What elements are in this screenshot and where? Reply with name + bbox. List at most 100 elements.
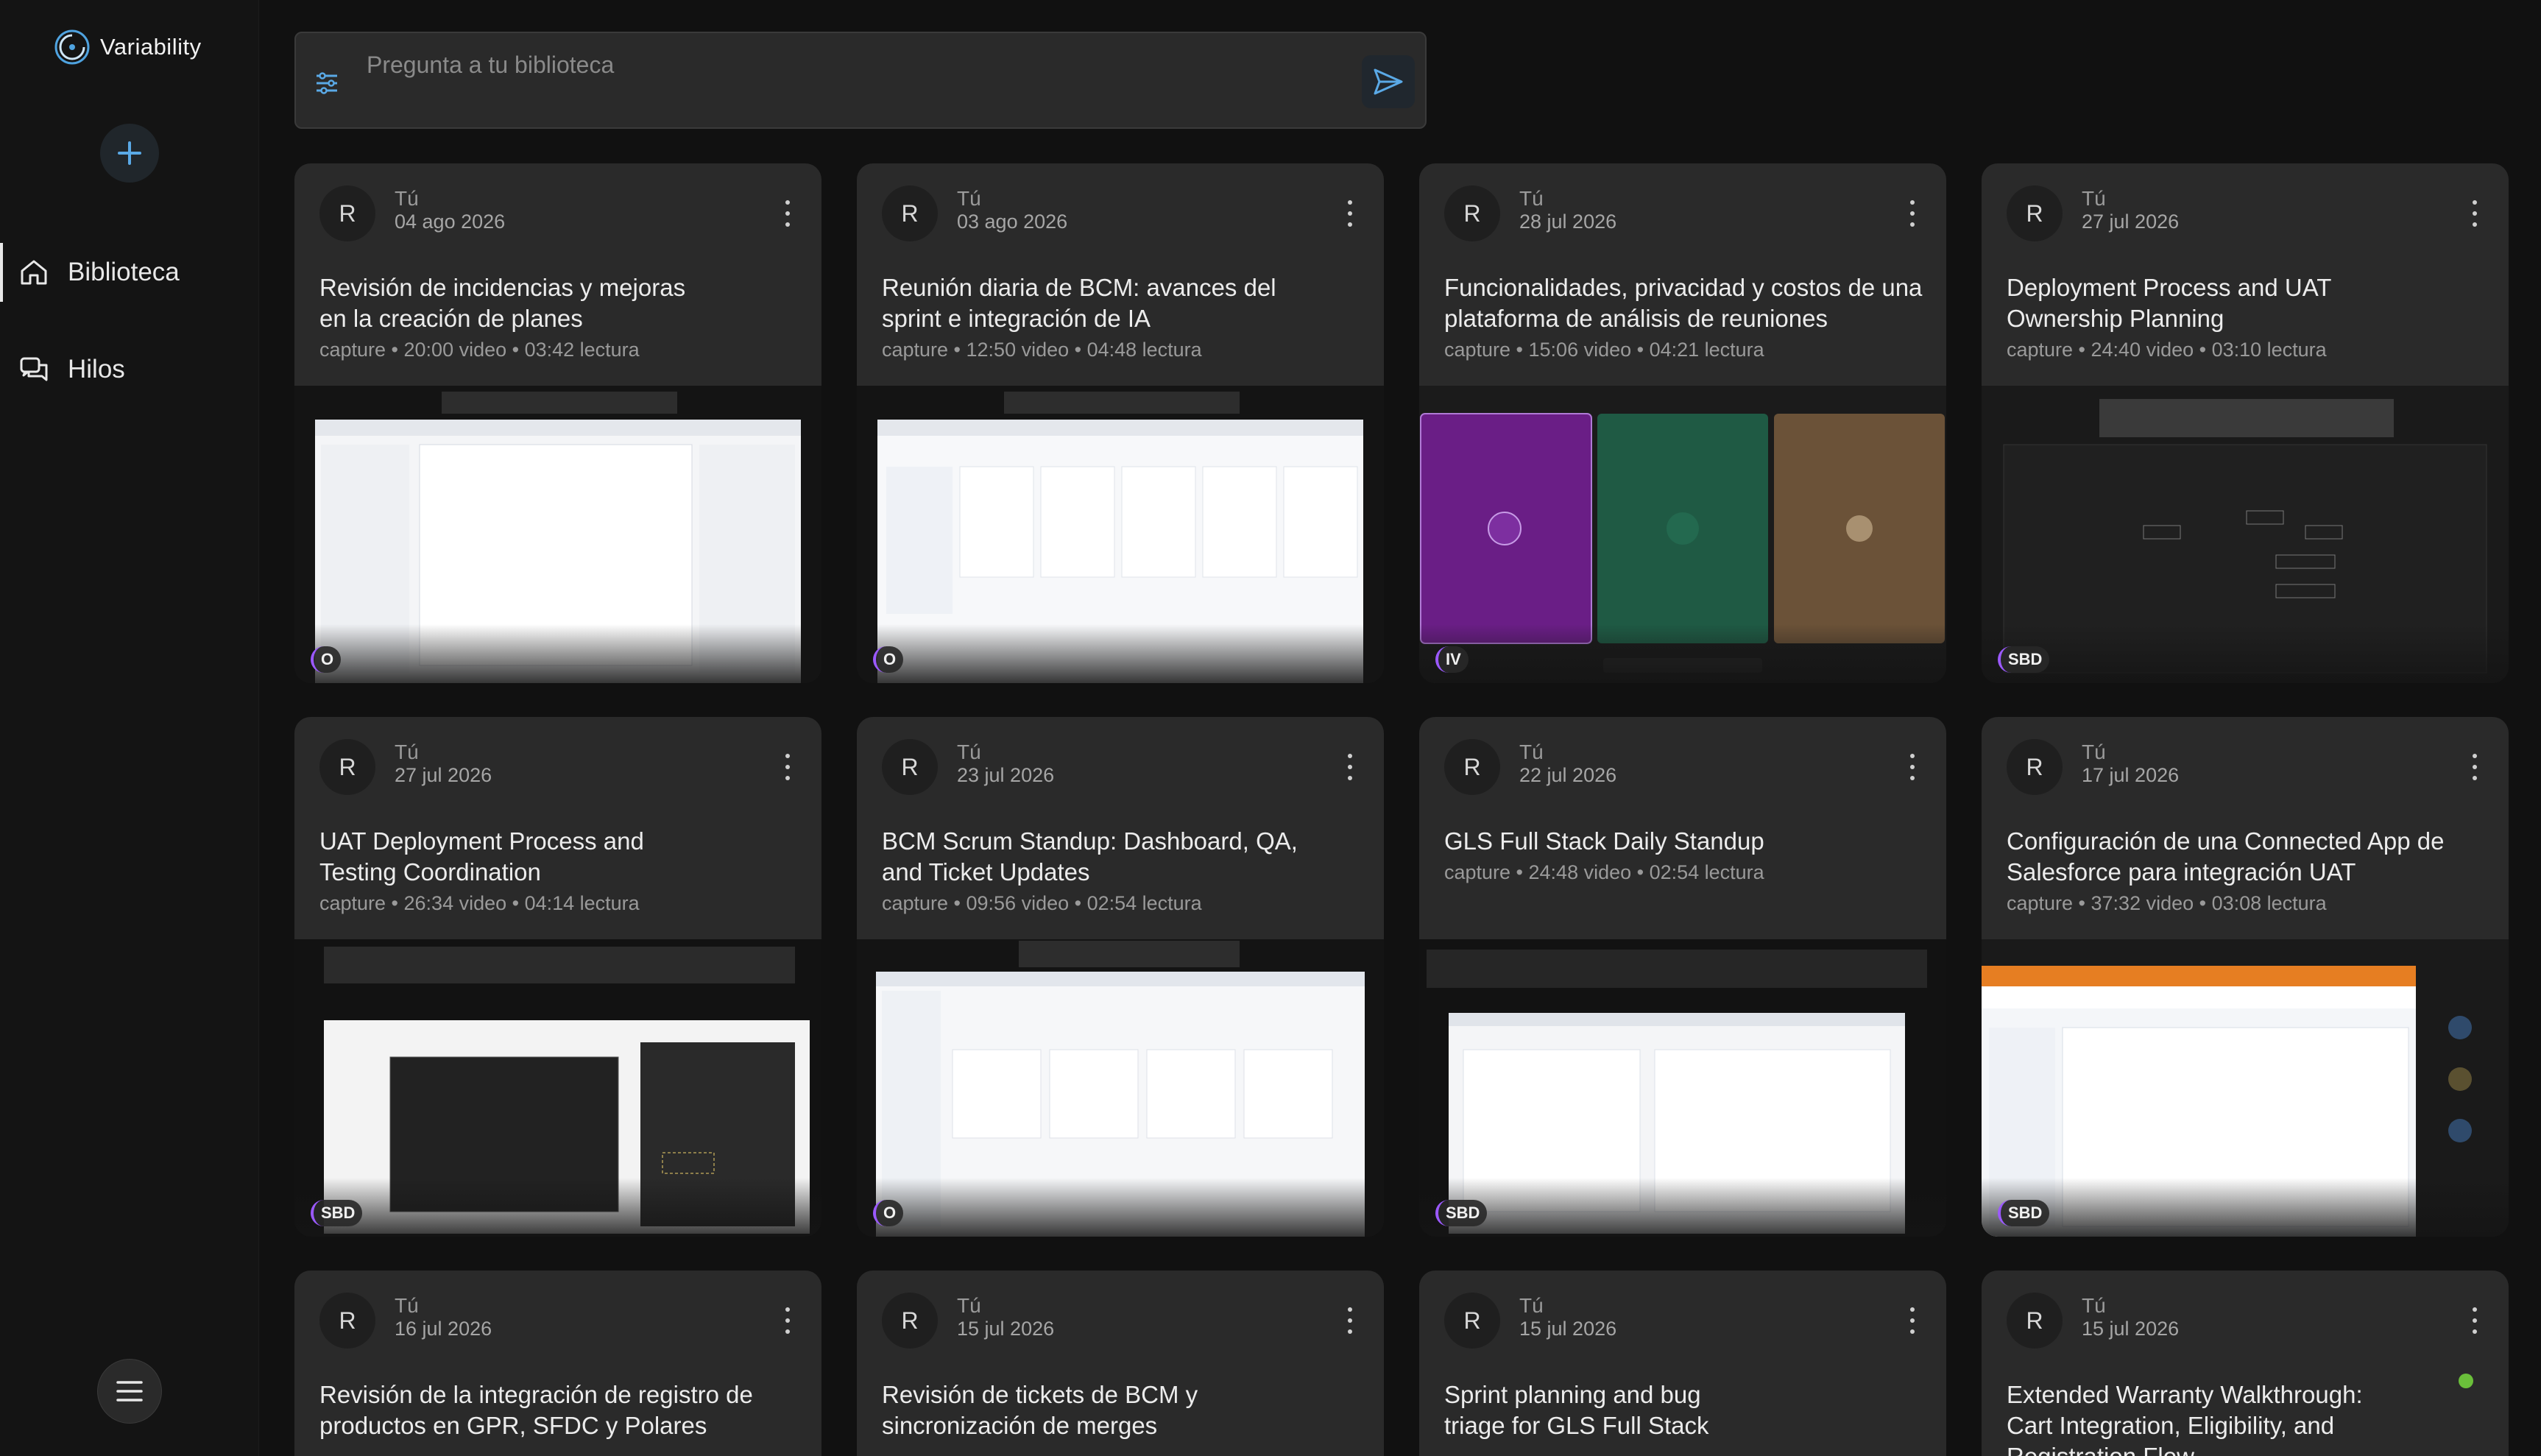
more-options-icon[interactable] bbox=[1346, 1307, 1354, 1334]
recording-card[interactable]: R Tú 15 jul 2026 Sprint planning and bug… bbox=[1419, 1271, 1946, 1456]
more-options-icon[interactable] bbox=[2470, 754, 2479, 780]
card-owner: Tú bbox=[1519, 187, 1544, 210]
card-date: 03 ago 2026 bbox=[957, 211, 1068, 233]
more-options-icon[interactable] bbox=[2470, 1307, 2479, 1334]
card-date: 15 jul 2026 bbox=[2082, 1318, 2180, 1340]
card-title: Configuración de una Connected App de Sa… bbox=[2007, 827, 2445, 886]
card-owner: Tú bbox=[395, 1294, 419, 1317]
status-indicator-dot bbox=[2459, 1374, 2473, 1388]
video-thumbnail[interactable]: O bbox=[857, 939, 1384, 1237]
card-owner: Tú bbox=[1519, 1294, 1544, 1317]
card-date: 27 jul 2026 bbox=[2082, 211, 2180, 233]
card-meta: capture • 26:34 video • 04:14 lectura bbox=[319, 892, 640, 914]
card-owner: Tú bbox=[2082, 741, 2106, 763]
card-date: 28 jul 2026 bbox=[1519, 211, 1617, 233]
recording-card[interactable]: R Tú 04 ago 2026 Revisión de incidencias… bbox=[294, 163, 821, 683]
card-meta: capture • 20:00 video • 03:42 lectura bbox=[319, 339, 640, 361]
card-owner: Tú bbox=[957, 1294, 981, 1317]
more-options-icon[interactable] bbox=[1908, 1307, 1917, 1334]
new-item-button[interactable] bbox=[100, 124, 159, 183]
recording-card[interactable]: R Tú 15 jul 2026 Extended Warranty Walkt… bbox=[1982, 1271, 2509, 1456]
recording-card[interactable]: R Tú 03 ago 2026 Reunión diaria de BCM: … bbox=[857, 163, 1384, 683]
recording-card[interactable]: R Tú 22 jul 2026 GLS Full Stack Daily St… bbox=[1419, 717, 1946, 1237]
card-title: Sprint planning and bug triage for GLS F… bbox=[1444, 1381, 1709, 1439]
avatar: R bbox=[1444, 739, 1500, 795]
source-badge: SBD bbox=[1998, 1200, 2050, 1226]
menu-button[interactable] bbox=[97, 1359, 162, 1424]
recording-card[interactable]: R Tú 16 jul 2026 Revisión de la integrac… bbox=[294, 1271, 821, 1456]
more-options-icon[interactable] bbox=[783, 754, 792, 780]
video-thumbnail[interactable]: IV bbox=[1419, 386, 1946, 683]
sidebar-item-label: Hilos bbox=[68, 355, 125, 384]
sidebar: Variability Biblioteca Hilos bbox=[0, 0, 259, 1456]
video-thumbnail[interactable]: SBD bbox=[1982, 386, 2509, 683]
avatar: R bbox=[1444, 185, 1500, 241]
card-owner: Tú bbox=[395, 187, 419, 210]
recording-card[interactable]: R Tú 28 jul 2026 Funcionalidades, privac… bbox=[1419, 163, 1946, 683]
more-options-icon[interactable] bbox=[783, 1307, 792, 1334]
recording-card[interactable]: R Tú 27 jul 2026 Deployment Process and … bbox=[1982, 163, 2509, 683]
more-options-icon[interactable] bbox=[1346, 754, 1354, 780]
avatar: R bbox=[2007, 739, 2063, 795]
card-date: 15 jul 2026 bbox=[957, 1318, 1055, 1340]
video-thumbnail[interactable]: O bbox=[857, 386, 1384, 683]
avatar: R bbox=[319, 739, 375, 795]
recording-card[interactable]: R Tú 17 jul 2026 Configuración de una Co… bbox=[1982, 717, 2509, 1237]
card-owner: Tú bbox=[957, 187, 981, 210]
card-owner: Tú bbox=[957, 741, 981, 763]
source-badge: SBD bbox=[311, 1200, 363, 1226]
card-date: 23 jul 2026 bbox=[957, 764, 1055, 786]
hamburger-icon bbox=[116, 1381, 143, 1402]
sidebar-item-label: Biblioteca bbox=[68, 258, 180, 286]
card-owner: Tú bbox=[1519, 741, 1544, 763]
card-title: BCM Scrum Standup: Dashboard, QA, and Ti… bbox=[882, 827, 1298, 886]
app-logo[interactable]: Variability bbox=[52, 26, 202, 68]
sidebar-item-biblioteca[interactable]: Biblioteca bbox=[0, 243, 259, 302]
send-button[interactable] bbox=[1362, 55, 1415, 108]
source-badge: O bbox=[311, 646, 342, 673]
sidebar-item-hilos[interactable]: Hilos bbox=[0, 340, 259, 399]
video-thumbnail[interactable]: SBD bbox=[1419, 939, 1946, 1237]
card-date: 04 ago 2026 bbox=[395, 211, 506, 233]
filter-sliders-icon[interactable] bbox=[314, 70, 340, 96]
card-meta: capture • 12:50 video • 04:48 lectura bbox=[882, 339, 1202, 361]
video-thumbnail[interactable]: SBD bbox=[1982, 939, 2509, 1237]
source-badge: O bbox=[873, 1200, 904, 1226]
card-title: Reunión diaria de BCM: avances del sprin… bbox=[882, 274, 1276, 332]
more-options-icon[interactable] bbox=[1346, 200, 1354, 227]
library-search-box bbox=[294, 32, 1427, 129]
card-title: UAT Deployment Process and Testing Coord… bbox=[319, 827, 644, 886]
search-input[interactable] bbox=[367, 46, 1250, 83]
avatar: R bbox=[2007, 1293, 2063, 1349]
more-options-icon[interactable] bbox=[1908, 200, 1917, 227]
card-title: Revisión de la integración de registro d… bbox=[319, 1381, 753, 1439]
recording-card[interactable]: R Tú 15 jul 2026 Revisión de tickets de … bbox=[857, 1271, 1384, 1456]
card-date: 17 jul 2026 bbox=[2082, 764, 2180, 786]
avatar: R bbox=[882, 1293, 938, 1349]
recording-card[interactable]: R Tú 27 jul 2026 UAT Deployment Process … bbox=[294, 717, 821, 1237]
source-badge: SBD bbox=[1435, 1200, 1488, 1226]
video-thumbnail[interactable]: O bbox=[294, 386, 821, 683]
card-meta: capture • 37:32 video • 03:08 lectura bbox=[2007, 892, 2327, 914]
send-icon bbox=[1374, 68, 1403, 95]
avatar: R bbox=[882, 739, 938, 795]
card-date: 27 jul 2026 bbox=[395, 764, 492, 786]
avatar: R bbox=[319, 1293, 375, 1349]
card-owner: Tú bbox=[395, 741, 419, 763]
threads-icon bbox=[20, 357, 48, 381]
card-owner: Tú bbox=[2082, 187, 2106, 210]
card-meta: capture • 09:56 video • 02:54 lectura bbox=[882, 892, 1202, 914]
more-options-icon[interactable] bbox=[1908, 754, 1917, 780]
card-title: Deployment Process and UAT Ownership Pla… bbox=[2007, 274, 2331, 332]
card-meta: capture • 24:48 video • 02:54 lectura bbox=[1444, 861, 1764, 883]
card-title: Revisión de tickets de BCM y sincronizac… bbox=[882, 1381, 1198, 1439]
card-title: Funcionalidades, privacidad y costos de … bbox=[1444, 274, 1923, 332]
video-thumbnail[interactable]: SBD bbox=[294, 939, 821, 1237]
more-options-icon[interactable] bbox=[2470, 200, 2479, 227]
recording-card[interactable]: R Tú 23 jul 2026 BCM Scrum Standup: Dash… bbox=[857, 717, 1384, 1237]
more-options-icon[interactable] bbox=[783, 200, 792, 227]
source-badge: O bbox=[873, 646, 904, 673]
source-badge: IV bbox=[1435, 646, 1469, 673]
variability-logo-icon bbox=[54, 29, 90, 65]
avatar: R bbox=[2007, 185, 2063, 241]
